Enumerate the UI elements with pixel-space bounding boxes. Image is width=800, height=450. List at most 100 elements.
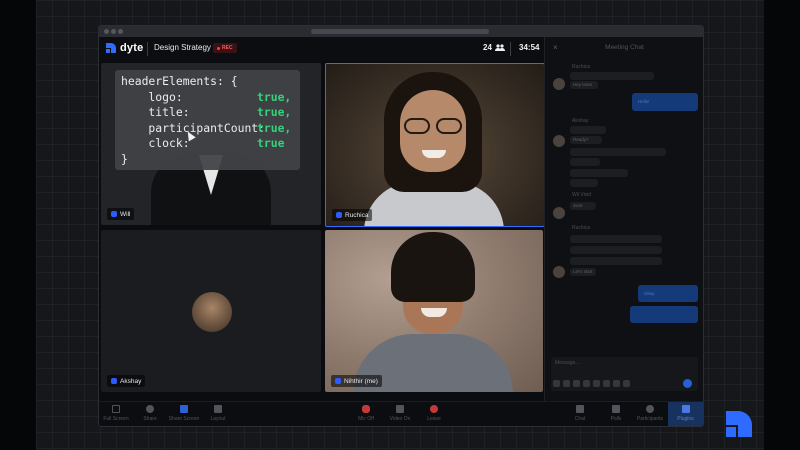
share-icon [146, 405, 154, 413]
video-icon [396, 405, 404, 413]
participant-name: Will [120, 210, 131, 218]
image-icon[interactable] [563, 380, 570, 387]
chat-bubble-incoming [570, 169, 628, 177]
polls-icon [612, 405, 620, 413]
participant-name: Akshay [120, 377, 142, 385]
logo: dyte [105, 42, 143, 54]
chat-bubble-incoming: Let's start [570, 268, 596, 276]
emoji-icon[interactable] [623, 380, 630, 387]
layout-button[interactable]: Layout [201, 405, 235, 422]
logo-text: dyte [120, 42, 144, 54]
message-author: Ruchica [572, 64, 591, 70]
avatar [553, 78, 565, 90]
control-label: Chat [574, 416, 586, 422]
browser-titlebar [99, 26, 703, 37]
code-overlay: headerElements: { logo: true, title: true,… [115, 70, 300, 170]
share-button[interactable]: Share [133, 405, 167, 422]
chat-button[interactable]: Chat [563, 405, 597, 422]
participant-tile-self[interactable]: Nihthir (me) [325, 230, 543, 392]
control-label: Full Screen [103, 416, 129, 422]
dyte-brand-icon [726, 411, 752, 437]
send-button[interactable] [683, 379, 692, 388]
chat-bubble-outgoing: Hello! [632, 93, 698, 111]
control-label: Video On [389, 416, 411, 422]
chat-bubble-incoming [570, 246, 662, 254]
file-icon[interactable] [573, 380, 580, 387]
chat-bubble-outgoing [630, 306, 698, 323]
control-label: Polls [610, 416, 622, 422]
pencil-icon[interactable] [583, 380, 590, 387]
chat-title: Meeting Chat [605, 44, 644, 51]
participant-count[interactable]: 24 [483, 43, 505, 52]
address-bar[interactable] [311, 29, 489, 34]
control-label: Share Screen [168, 416, 200, 422]
participants-button[interactable]: Participants [633, 405, 667, 422]
mic-icon [111, 378, 117, 384]
chat-bubble-incoming: Hey team [570, 81, 598, 89]
chat-panel: × Meeting Chat Ruchica Hey team Hello! A… [544, 37, 703, 426]
record-dot-icon [217, 46, 220, 50]
participant-tile-active-speaker[interactable]: Ruchica [325, 63, 545, 227]
avatar [553, 207, 565, 219]
participant-name-tag: Nihthir (me) [331, 375, 382, 387]
polls-button[interactable]: Polls [599, 405, 633, 422]
plugins-button[interactable]: Plugins [668, 402, 703, 426]
participant-name: Nihthir (me) [344, 377, 378, 385]
control-bar: Full Screen Share Share Screen Layout Mi… [99, 401, 703, 426]
participant-video [391, 232, 475, 302]
avatar [553, 266, 565, 278]
control-label: Mic Off [358, 416, 374, 422]
mic-toggle-button[interactable]: Mic Off [349, 405, 383, 422]
participant-tile[interactable]: Akshay [101, 230, 321, 392]
share-screen-button[interactable]: Share Screen [167, 405, 201, 422]
window-dot-icon[interactable] [104, 29, 109, 34]
window-dot-icon[interactable] [118, 29, 123, 34]
emoji-icon[interactable] [593, 380, 600, 387]
code-line: participantCount: true, [121, 121, 294, 137]
layout-icon [214, 405, 222, 413]
chat-bubble-outgoing: Okay [638, 285, 698, 302]
message-text: Let's start [573, 269, 593, 274]
avatar [192, 292, 232, 332]
attach-icon[interactable] [553, 380, 560, 387]
avatar [553, 135, 565, 147]
window-dot-icon[interactable] [111, 29, 116, 34]
control-label: Layout [210, 416, 226, 422]
leave-button[interactable]: Leave [417, 405, 451, 422]
chat-bubble-incoming: Sure [570, 202, 596, 210]
code-value: true, [257, 120, 292, 135]
emoji-icon[interactable] [603, 380, 610, 387]
video-toggle-button[interactable]: Video On [383, 405, 417, 422]
code-value: true, [257, 89, 292, 104]
emoji-icon[interactable] [613, 380, 620, 387]
dyte-logo-icon [106, 43, 116, 53]
control-label: Plugins [677, 416, 694, 422]
meeting-title: Design Strategy [154, 43, 211, 52]
chat-bubble-incoming [570, 257, 662, 265]
chat-toolbar [553, 380, 630, 387]
chat-bubble-incoming [570, 126, 606, 134]
message-text: Hey team [573, 82, 593, 87]
code-line: logo: true, [121, 90, 294, 106]
message-author: Wil Vivid [572, 192, 592, 198]
control-label: Leave [427, 416, 441, 422]
chat-bubble-incoming: Ready? [570, 136, 602, 144]
control-label: Share [143, 416, 157, 422]
chat-messages: Ruchica Hey team Hello! Akshay Ready? Wi… [545, 61, 703, 361]
fullscreen-button[interactable]: Full Screen [99, 405, 133, 422]
message-text: Sure [573, 203, 583, 208]
people-icon [494, 44, 505, 51]
participant-count-value: 24 [483, 43, 492, 52]
chat-bubble-incoming [570, 148, 666, 156]
code-line: } [121, 151, 128, 166]
header-divider [510, 42, 511, 56]
participant-video-detail [402, 118, 464, 134]
participant-name-tag: Ruchica [332, 209, 373, 221]
chat-bubble-incoming [570, 72, 654, 80]
screen-share-icon [180, 405, 188, 413]
chat-input-placeholder: Message... [555, 360, 580, 366]
mic-icon [335, 378, 341, 384]
mic-off-icon [362, 405, 370, 413]
message-text: Ready? [573, 137, 589, 142]
code-value: true [257, 136, 285, 150]
